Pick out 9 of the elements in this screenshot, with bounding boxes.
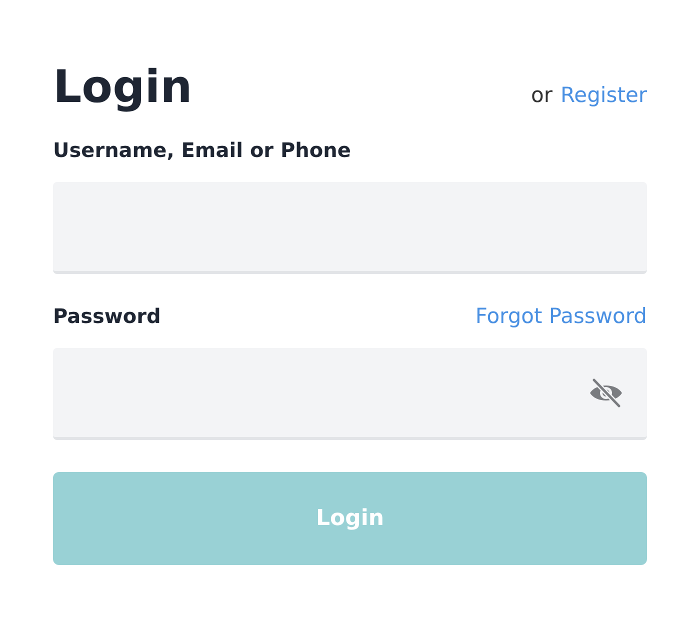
login-heading: Login [53, 59, 192, 115]
password-field[interactable] [53, 348, 647, 440]
forgot-password-link[interactable]: Forgot Password [475, 304, 647, 328]
register-link[interactable]: Register [560, 83, 647, 107]
eye-slash-icon[interactable] [589, 378, 623, 408]
field-label: Username, Email or Phone [53, 138, 351, 162]
username-field[interactable] [53, 182, 647, 274]
register-prompt: or [531, 83, 553, 107]
field-label: Password [53, 304, 161, 328]
